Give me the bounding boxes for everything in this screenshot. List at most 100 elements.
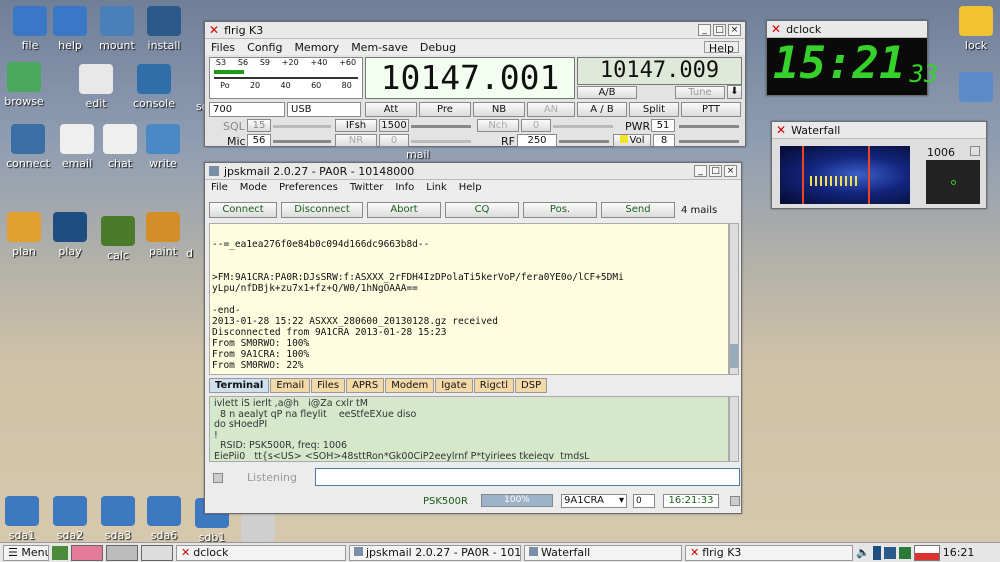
menu-help[interactable]: Help — [703, 41, 739, 55]
connect-button[interactable]: Connect — [209, 202, 277, 218]
waterfall-titlebar[interactable]: ✕ Waterfall — [772, 122, 986, 139]
callsign-select[interactable]: 9A1CRA ▾ — [561, 494, 627, 508]
terminal-area[interactable]: --=_ea1ea276f0e84b0c094d166dc9663b8d-- >F… — [209, 223, 729, 375]
menu-twitter[interactable]: Twitter — [350, 182, 384, 195]
att-button[interactable]: Att — [365, 102, 417, 117]
menu-button[interactable]: ☰ Menu — [3, 544, 49, 561]
pre-button[interactable]: Pre — [419, 102, 471, 117]
minimize-icon[interactable]: _ — [694, 165, 707, 177]
desktop-icon-lock[interactable]: lock — [946, 6, 1000, 52]
desktop-3[interactable] — [141, 544, 173, 561]
speaker-icon[interactable]: 🔈 — [856, 546, 870, 559]
mic-value[interactable]: 56 — [247, 134, 271, 147]
battery-icon[interactable] — [872, 545, 881, 560]
arrow-down-button[interactable]: ⬇ — [727, 85, 742, 99]
close-icon[interactable]: × — [728, 24, 741, 36]
ab-button[interactable]: A/B — [577, 86, 637, 99]
close-icon[interactable]: × — [724, 165, 737, 177]
tab-dsp[interactable]: DSP — [515, 378, 548, 393]
menu-mode[interactable]: Mode — [240, 182, 267, 195]
listening-checkbox[interactable] — [213, 473, 223, 483]
ifsh-button[interactable]: IFsh — [335, 119, 377, 132]
menu-info[interactable]: Info — [395, 182, 414, 195]
menu-config[interactable]: Config — [247, 41, 282, 54]
task-flrig[interactable]: ✕ flrig K3 — [685, 544, 853, 561]
nr-slider[interactable] — [411, 140, 471, 143]
waterfall-display[interactable] — [780, 146, 910, 204]
an-button[interactable]: AN — [527, 102, 575, 117]
pos-button[interactable]: Pos. — [523, 202, 597, 218]
ifsh-slider[interactable] — [411, 125, 471, 128]
terminal-scrollbar[interactable] — [729, 223, 739, 375]
nch-button[interactable]: Nch — [477, 119, 519, 132]
vol-button[interactable]: Vol — [613, 134, 651, 147]
mode-select[interactable]: USB — [287, 102, 361, 117]
desktop-icon-install[interactable]: install — [134, 6, 194, 52]
freq-a-display[interactable]: 10147.001 — [365, 57, 575, 99]
menu-help[interactable]: Help — [459, 182, 482, 195]
menu-mem-save[interactable]: Mem-save — [351, 41, 408, 54]
desktop-icon-write[interactable]: write — [133, 124, 193, 170]
abort-button[interactable]: Abort — [367, 202, 441, 218]
desktop-icon-edit[interactable]: edit — [66, 64, 126, 110]
flrig-titlebar[interactable]: ✕ flrig K3 _ □ × — [205, 22, 745, 39]
nr-button[interactable]: NR — [335, 134, 377, 147]
task-waterfall[interactable]: Waterfall — [524, 544, 682, 561]
menu-link[interactable]: Link — [426, 182, 446, 195]
task-jpskmail[interactable]: jpskmail 2.0.27 - PA0R - 1014800 — [349, 544, 521, 561]
maximize-icon[interactable]: □ — [709, 165, 722, 177]
minimize-icon[interactable]: _ — [698, 24, 711, 36]
desktop-icon-browse[interactable]: browse — [0, 62, 54, 108]
rx-scrollbar[interactable] — [729, 396, 739, 462]
menu-file[interactable]: File — [211, 182, 228, 195]
disconnect-button[interactable]: Disconnect — [281, 202, 363, 218]
tab-modem[interactable]: Modem — [385, 378, 435, 393]
ifsh-value[interactable]: 1500 — [379, 119, 409, 132]
spin-box[interactable]: 0 — [633, 494, 655, 508]
pwr-value[interactable]: 51 — [651, 119, 675, 132]
tune-button[interactable]: Tune — [675, 86, 725, 99]
menu-files[interactable]: Files — [211, 41, 235, 54]
task-dclock[interactable]: ✕ dclock — [176, 544, 346, 561]
vol-slider[interactable] — [679, 140, 739, 143]
menu-memory[interactable]: Memory — [294, 41, 339, 54]
nch-slider[interactable] — [553, 125, 613, 128]
rx-area[interactable]: ivlett iS ierlt ,a@h i@Za cxlr tM 8 n ae… — [209, 396, 729, 462]
ptt-button[interactable]: PTT — [681, 102, 741, 117]
tx-input[interactable] — [315, 468, 740, 486]
split-button[interactable]: Split — [629, 102, 679, 117]
jpskmail-titlebar[interactable]: jpskmail 2.0.27 - PA0R - 10148000 _ □ × — [205, 163, 741, 180]
dclock-titlebar[interactable]: ✕ dclock — [767, 21, 927, 38]
menu-debug[interactable]: Debug — [420, 41, 456, 54]
cq-button[interactable]: CQ — [445, 202, 519, 218]
pager-icon[interactable] — [52, 545, 68, 560]
rf-slider[interactable] — [559, 140, 609, 143]
tab-aprs[interactable]: APRS — [346, 378, 385, 393]
rf-value[interactable]: 250 — [517, 134, 557, 147]
sql-slider[interactable] — [273, 125, 331, 128]
desktop-icon-console[interactable]: console — [124, 64, 184, 110]
desktop-icon-paint[interactable]: paint — [133, 212, 193, 258]
tab-terminal[interactable]: Terminal — [209, 378, 270, 393]
tab-rigctl[interactable]: Rigctl — [473, 378, 515, 393]
tray-icon[interactable] — [898, 546, 911, 559]
nr-value[interactable]: 0 — [379, 134, 409, 147]
freq-b-display[interactable]: 10147.009 — [577, 57, 742, 85]
desktop-1[interactable] — [71, 544, 103, 561]
sql-value[interactable]: 15 — [247, 119, 271, 132]
mic-slider[interactable] — [273, 140, 331, 143]
nch-value[interactable]: 0 — [521, 119, 551, 132]
pwr-slider[interactable] — [679, 125, 739, 128]
tab-email[interactable]: Email — [270, 378, 311, 393]
tab-files[interactable]: Files — [311, 378, 346, 393]
send-button[interactable]: Send — [601, 202, 675, 218]
resize-grip[interactable] — [730, 496, 740, 506]
ab-swap-button[interactable]: A / B — [577, 102, 627, 117]
nb-button[interactable]: NB — [473, 102, 525, 117]
desktop-2[interactable] — [106, 544, 138, 561]
vol-value[interactable]: 8 — [653, 134, 675, 147]
bandwidth-select[interactable]: 700 — [209, 102, 285, 117]
menu-preferences[interactable]: Preferences — [279, 182, 338, 195]
maximize-icon[interactable]: □ — [713, 24, 726, 36]
download-arrow-icon[interactable] — [946, 72, 1000, 105]
